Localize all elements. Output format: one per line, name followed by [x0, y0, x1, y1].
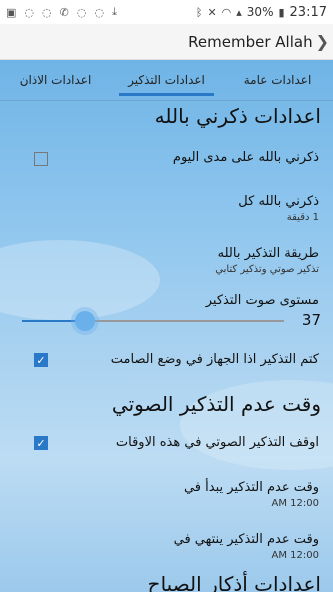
battery-percent: 30%: [246, 5, 274, 19]
settings-content[interactable]: اعدادات الاذان اعدادات التذكير اعدادات ع…: [0, 60, 333, 592]
system-icons: ᛒ ✕ ◠ ▴ 30% ▮ 23:17: [196, 5, 327, 20]
section-title-no-voice: وقت عدم التذكير الصوتي: [111, 392, 321, 416]
pref-title: مستوى صوت التذكير: [205, 293, 319, 308]
app-title: Remember Allah: [188, 32, 313, 51]
status-bar: ▣ ◌ ◌ ✆ ◌ ◌ ⤓ ᛒ ✕ ◠ ▴ 30% ▮ 23:17: [0, 0, 333, 24]
notification-icons: ▣ ◌ ◌ ✆ ◌ ◌ ⤓: [6, 5, 117, 19]
stop-voice-checkbox[interactable]: ✓: [34, 436, 48, 450]
battery-icon: ▮: [278, 5, 285, 19]
app-bar: Remember Allah ❯: [0, 24, 333, 60]
image-icon: ▣: [6, 5, 17, 19]
signal-icon: ▴: [236, 5, 242, 19]
tab-adhan-settings[interactable]: اعدادات الاذان: [0, 60, 111, 100]
pref-mute-silent[interactable]: كتم التذكير اذا الجهاز في وضع الصامت: [20, 352, 319, 367]
pref-stop-voice[interactable]: اوقف التذكير الصوتي في هذه الاوقات: [20, 435, 319, 450]
volume-value: 37: [301, 311, 321, 329]
pref-title: كتم التذكير اذا الجهاز في وضع الصامت: [110, 352, 319, 367]
pref-reminder-method[interactable]: طريقة التذكير بالله تذكير صوتي وتذكير كت…: [20, 246, 319, 275]
viber-icon: ✆: [59, 5, 69, 19]
pref-title: طريقة التذكير بالله: [217, 246, 319, 261]
chat-icon: ◌: [94, 5, 105, 19]
pref-end-time[interactable]: وقت عدم التذكير ينتهي في 12:00 AM: [20, 532, 319, 561]
remind-all-day-checkbox[interactable]: [34, 152, 48, 166]
pref-summary: 12:00 AM: [271, 550, 319, 561]
section-title-morning: اعدادات أذكار الصباح: [147, 572, 321, 592]
tab-general-settings[interactable]: اعدادات عامة: [222, 60, 333, 100]
chat-icon: ◌: [76, 5, 87, 19]
pref-title: ذكرني بالله كل: [238, 194, 319, 209]
pref-title: اوقف التذكير الصوتي في هذه الاوقات: [115, 435, 319, 450]
pref-volume: مستوى صوت التذكير: [20, 293, 319, 308]
mute-icon: ✕: [207, 5, 217, 19]
pref-summary: 12:00 AM: [271, 498, 319, 509]
volume-slider-thumb[interactable]: [75, 311, 95, 331]
mute-silent-checkbox[interactable]: ✓: [34, 353, 48, 367]
pref-summary: تذكير صوتي وتذكير كتابي: [215, 264, 319, 275]
pref-title: وقت عدم التذكير ينتهي في: [173, 532, 319, 547]
wifi-icon: ◠: [221, 5, 232, 19]
pref-remind-every[interactable]: ذكرني بالله كل 1 دقيقة: [20, 194, 319, 223]
download-icon: ⤓: [112, 5, 117, 18]
chat-icon: ◌: [24, 5, 35, 19]
pref-summary: 1 دقيقة: [286, 212, 319, 223]
tab-divider: [0, 100, 333, 101]
pref-title: ذكرني بالله على مدى اليوم: [172, 150, 319, 165]
tab-bar: اعدادات الاذان اعدادات التذكير اعدادات ع…: [0, 60, 333, 100]
chat-icon: ◌: [42, 5, 52, 19]
pref-start-time[interactable]: وقت عدم التذكير يبدأ في 12:00 AM: [20, 480, 319, 509]
chevron-icon[interactable]: ❯: [316, 32, 329, 51]
tab-reminder-settings[interactable]: اعدادات التذكير: [111, 60, 222, 100]
status-clock: 23:17: [289, 4, 327, 20]
pref-title: وقت عدم التذكير يبدأ في: [183, 480, 319, 495]
pref-remind-all-day[interactable]: ذكرني بالله على مدى اليوم: [20, 150, 319, 165]
bluetooth-icon: ᛒ: [195, 5, 203, 19]
section-title-remind: اعدادات ذكرني بالله: [154, 104, 321, 128]
